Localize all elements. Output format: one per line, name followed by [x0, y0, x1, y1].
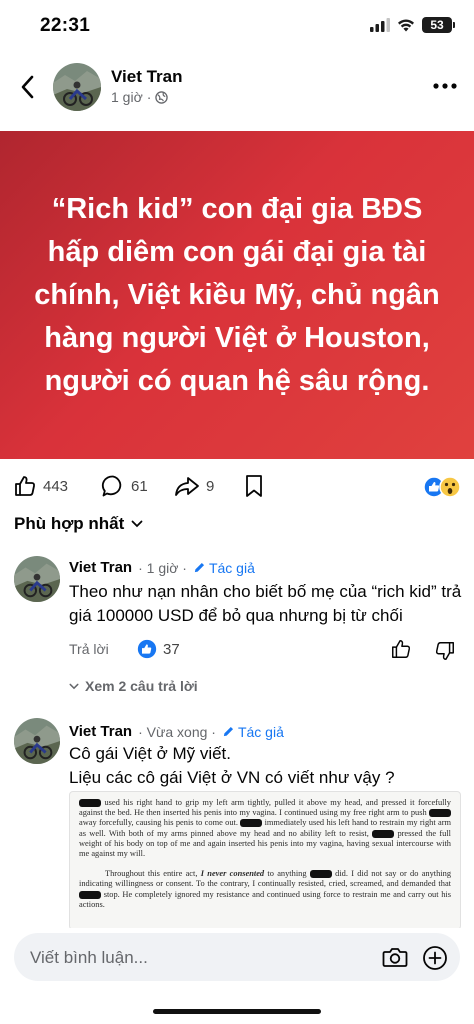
comment-header: Viet Tran · Vừa xong · Tác giả: [69, 723, 284, 740]
comment-button[interactable]: 61: [101, 474, 148, 498]
post-time: 1 giờ: [111, 89, 143, 105]
sort-label: Phù hợp nhất: [14, 514, 125, 533]
comment-composer-bar: Viết bình luận...: [0, 928, 474, 1024]
redaction-mark: [240, 819, 263, 828]
meta-separator: ·: [146, 89, 152, 105]
doc-paragraph-1: used his right hand to grip my left arm …: [79, 798, 452, 859]
commenter-avatar[interactable]: [14, 718, 60, 764]
comment-time: · Vừa xong ·: [138, 723, 216, 740]
post-author-name[interactable]: Viet Tran: [111, 67, 183, 87]
comment-icon: [101, 475, 122, 497]
signal-icon: [370, 18, 390, 32]
comment-attachment-image[interactable]: used his right hand to grip my left arm …: [69, 791, 461, 930]
pencil-icon: [194, 562, 205, 573]
home-indicator: [153, 1009, 321, 1014]
comment-input[interactable]: Viết bình luận...: [14, 933, 460, 981]
like-icon: [137, 639, 157, 659]
status-bar: 22:31 53: [0, 0, 474, 52]
redaction-mark: [429, 809, 451, 818]
globe-icon: [155, 90, 169, 104]
share-count: 9: [206, 477, 215, 495]
commenter-avatar[interactable]: [14, 556, 60, 602]
like-button[interactable]: 443: [13, 474, 68, 498]
save-button[interactable]: [244, 474, 264, 498]
commenter-name[interactable]: Viet Tran: [69, 559, 132, 576]
author-tag-label: Tác giả: [208, 559, 255, 576]
plus-icon[interactable]: [422, 945, 448, 971]
redaction-mark: [79, 799, 101, 808]
comment-input-placeholder: Viết bình luận...: [30, 948, 148, 967]
reaction-summary-icon[interactable]: [422, 475, 462, 499]
back-icon[interactable]: [16, 72, 40, 102]
thumbs-up-icon[interactable]: [390, 638, 412, 660]
post-text: “Rich kid” con đại gia BĐS hấp diêm con …: [34, 192, 440, 397]
bookmark-icon: [246, 475, 262, 497]
battery-icon: 53: [422, 17, 455, 33]
author-tag-label: Tác giả: [237, 723, 284, 740]
comment-header: Viet Tran · 1 giờ · Tác giả: [69, 559, 255, 576]
pencil-icon: [223, 726, 234, 737]
comment-sort-dropdown[interactable]: Phù hợp nhất: [14, 514, 143, 534]
comment-like-count[interactable]: 37: [137, 639, 180, 659]
comment-text: Theo như nạn nhân cho biết bố mẹ của “ri…: [69, 582, 462, 625]
wifi-icon: [398, 19, 414, 32]
redaction-mark: [372, 829, 395, 838]
redaction-mark: [309, 870, 332, 879]
chevron-down-icon: [131, 520, 143, 528]
comment-text-line-2: Liệu các cô gái Việt ở VN có viết như vậ…: [69, 768, 395, 787]
chevron-down-icon: [69, 683, 79, 689]
post-action-bar: 443 61 9: [0, 470, 474, 504]
commenter-name[interactable]: Viet Tran: [69, 723, 132, 740]
status-time: 22:31: [40, 15, 91, 36]
view-replies-label: Xem 2 câu trả lời: [85, 678, 198, 694]
reply-button[interactable]: Trả lời: [69, 641, 109, 657]
comment-count: 61: [131, 477, 148, 495]
author-tag: Tác giả: [222, 724, 284, 740]
post-meta: 1 giờ ·: [111, 89, 169, 105]
view-replies-button[interactable]: Xem 2 câu trả lời: [69, 678, 198, 694]
comment-like-number: 37: [163, 640, 180, 658]
comment-text-line-1: Cô gái Việt ở Mỹ viết.: [69, 744, 232, 763]
share-icon: [175, 477, 199, 496]
like-icon: [15, 476, 35, 496]
author-avatar[interactable]: [53, 63, 101, 111]
camera-icon[interactable]: [382, 945, 408, 969]
post-banner[interactable]: “Rich kid” con đại gia BĐS hấp diêm con …: [0, 131, 474, 459]
battery-level: 53: [430, 18, 444, 32]
like-count: 443: [43, 477, 69, 495]
thumbs-down-icon[interactable]: [434, 640, 456, 662]
redaction-mark: [79, 890, 101, 899]
author-tag: Tác giả: [193, 560, 255, 576]
post-header: Viet Tran 1 giờ ·: [0, 58, 474, 118]
reply-label: Trả lời: [69, 641, 109, 657]
comment-time: · 1 giờ ·: [138, 559, 187, 576]
status-icons: 53: [370, 17, 455, 33]
more-icon[interactable]: [432, 76, 458, 96]
doc-paragraph-2: Throughout this entire act, I never cons…: [79, 869, 452, 909]
share-button[interactable]: 9: [174, 474, 214, 498]
